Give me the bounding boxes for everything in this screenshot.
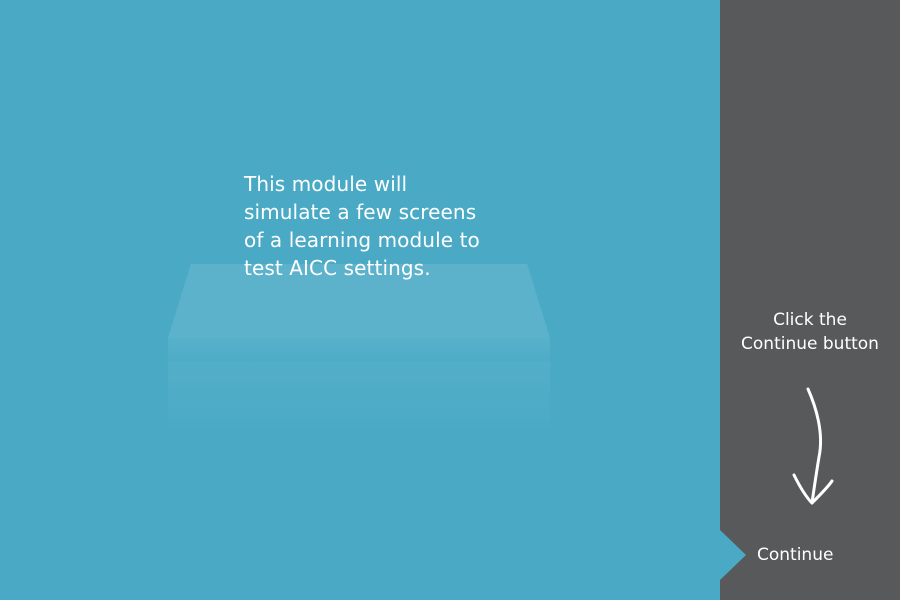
- continue-button[interactable]: Continue: [746, 530, 900, 580]
- continue-pointer-notch: [720, 530, 746, 580]
- hand-drawn-down-arrow-icon: [792, 387, 834, 505]
- intro-text: This module will simulate a few screens …: [244, 172, 480, 280]
- platform-side: [168, 338, 550, 362]
- navigation-side-panel: [720, 0, 900, 600]
- platform-reflection: [168, 362, 550, 432]
- slide-stage: This module will simulate a few screens …: [0, 0, 900, 600]
- continue-hint-text: Click the Continue button: [741, 310, 879, 354]
